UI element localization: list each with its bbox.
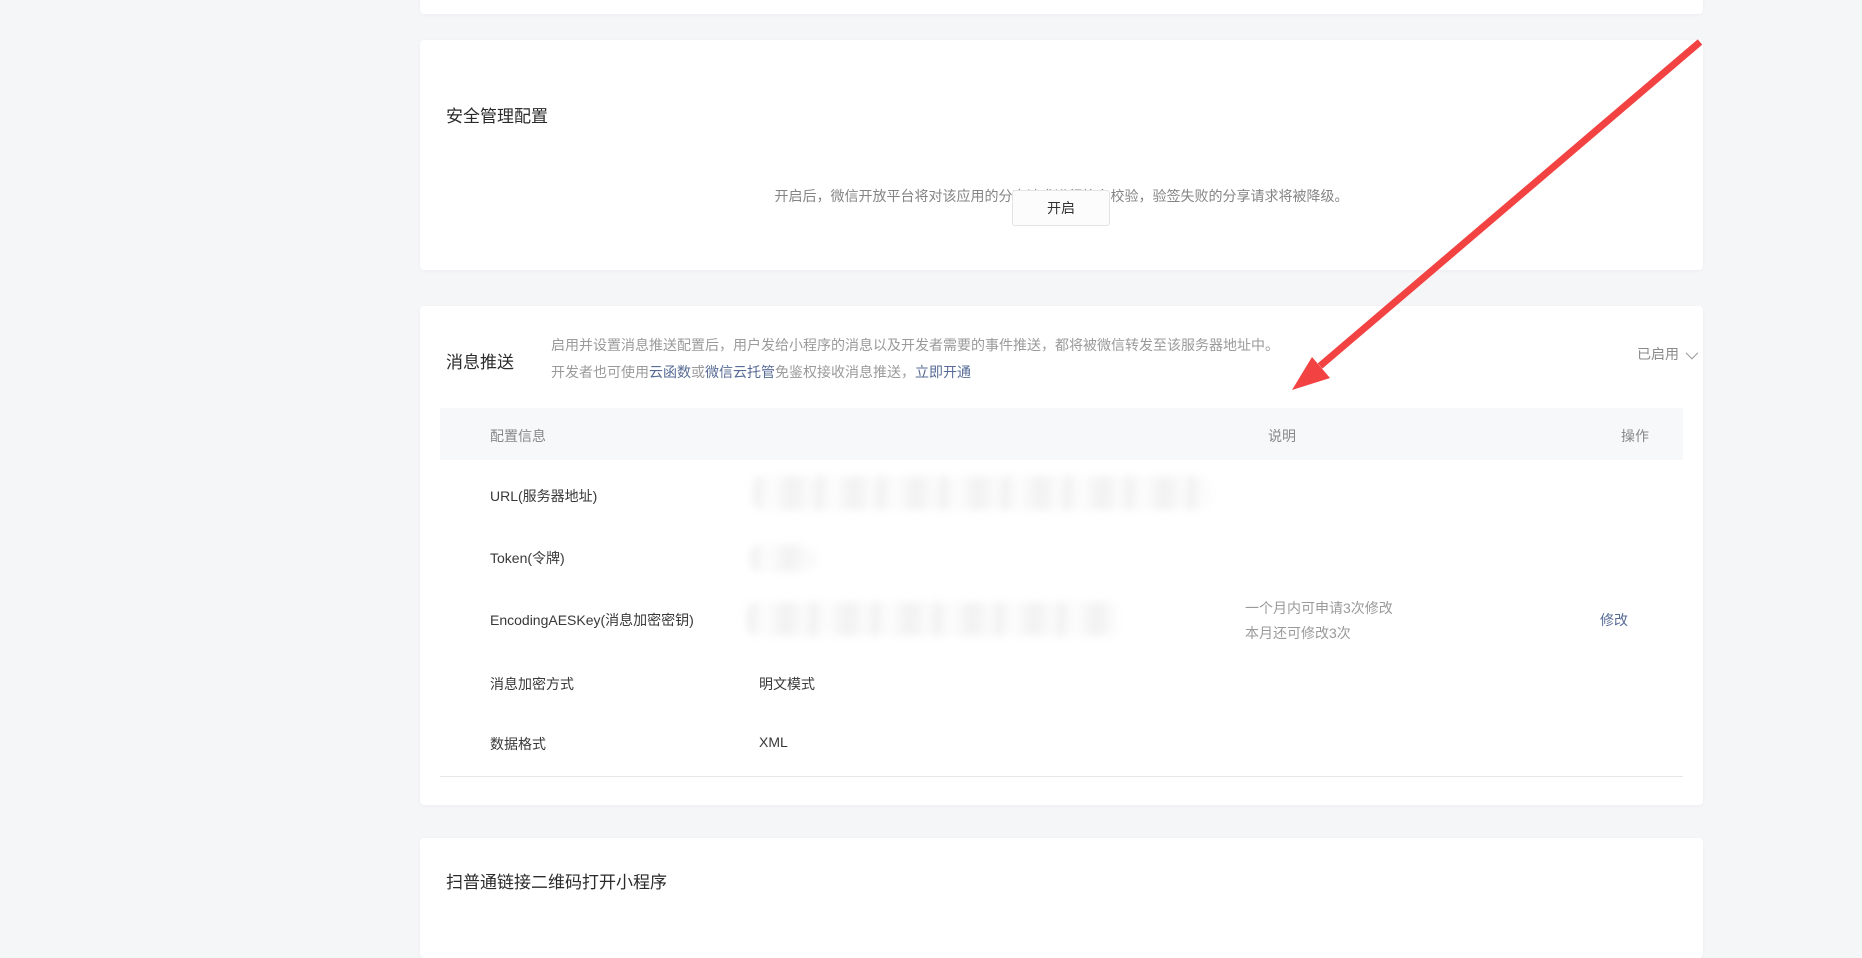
row-label-encrypt-mode: 消息加密方式	[490, 674, 574, 694]
row-value-encrypt-mode: 明文模式	[759, 674, 815, 694]
column-header-note: 说明	[1268, 426, 1296, 446]
message-push-description-line2: 开发者也可使用云函数或微信云托管免鉴权接收消息推送，立即开通	[551, 362, 971, 382]
security-card-title: 安全管理配置	[446, 102, 548, 127]
message-push-description-line1: 启用并设置消息推送配置后，用户发给小程序的消息以及开发者需要的事件推送，都将被微…	[551, 335, 1279, 355]
table-header-row: 配置信息 说明 操作	[440, 408, 1683, 460]
cloud-function-link[interactable]: 云函数	[649, 364, 691, 380]
aeskey-modify-note: 一个月内可申请3次修改 本月还可修改3次	[1245, 596, 1393, 646]
message-push-title: 消息推送	[446, 348, 514, 373]
row-value-data-format: XML	[759, 734, 788, 750]
aeskey-note-line1: 一个月内可申请3次修改	[1245, 596, 1393, 621]
redacted-url-value	[753, 476, 1211, 510]
security-config-card: 安全管理配置 开启后，微信开放平台将对该应用的分享请求进行签名校验，验签失败的分…	[420, 40, 1703, 270]
message-push-card: 消息推送 启用并设置消息推送配置后，用户发给小程序的消息以及开发者需要的事件推送…	[420, 306, 1703, 805]
qr-card-title: 扫普通链接二维码打开小程序	[446, 868, 667, 893]
desc-mid: 免鉴权接收消息推送，	[775, 364, 915, 380]
desc-prefix: 开发者也可使用	[551, 364, 649, 380]
status-label: 已启用	[1637, 344, 1679, 364]
column-header-config: 配置信息	[490, 426, 546, 446]
enable-button[interactable]: 开启	[1012, 190, 1110, 226]
table-bottom-divider	[440, 776, 1683, 777]
status-dropdown[interactable]: 已启用	[1637, 344, 1695, 364]
row-label-token: Token(令牌)	[490, 548, 565, 568]
previous-card-bottom-edge	[420, 0, 1703, 14]
activate-now-link[interactable]: 立即开通	[915, 364, 971, 380]
column-header-action: 操作	[1621, 426, 1649, 446]
qr-link-card: 扫普通链接二维码打开小程序	[420, 838, 1703, 958]
desc-or: 或	[691, 364, 705, 380]
aeskey-note-line2: 本月还可修改3次	[1245, 621, 1393, 646]
redacted-aeskey-value	[747, 602, 1117, 636]
row-label-url: URL(服务器地址)	[490, 486, 597, 506]
redacted-token-value	[750, 545, 814, 572]
modify-link[interactable]: 修改	[1600, 610, 1628, 630]
row-label-data-format: 数据格式	[490, 734, 546, 754]
cloud-hosting-link[interactable]: 微信云托管	[705, 364, 775, 380]
row-label-aeskey: EncodingAESKey(消息加密密钥)	[490, 610, 694, 630]
chevron-down-icon	[1686, 346, 1699, 359]
